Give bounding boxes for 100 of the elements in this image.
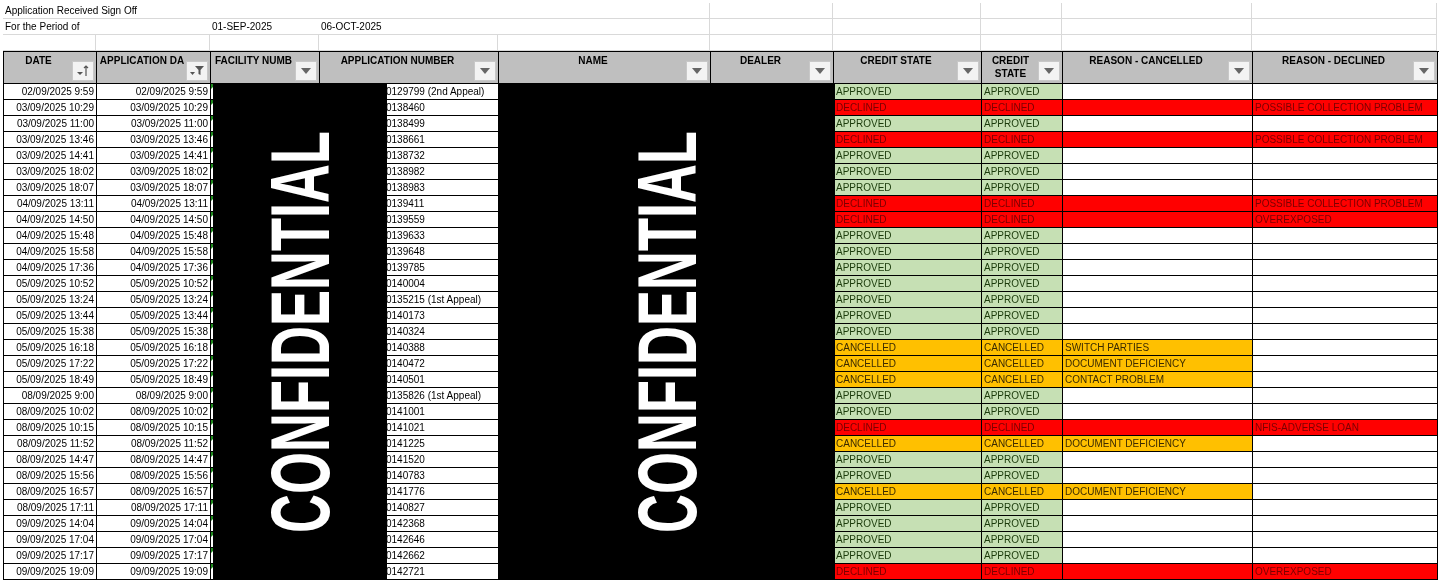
status-cell: APPROVED <box>982 84 1063 100</box>
date-cell: 05/09/2025 13:24 <box>4 292 97 308</box>
date-cell: 03/09/2025 11:00 <box>4 116 97 132</box>
status-cell: APPROVED <box>982 244 1063 260</box>
status-cell: APPROVED <box>834 84 982 100</box>
date-cell: 08/09/2025 16:57 <box>4 484 97 500</box>
status-cell: APPROVED <box>834 164 982 180</box>
column-header: REASON - CANCELLED <box>1088 54 1204 67</box>
status-cell: APPROVED <box>982 148 1063 164</box>
filter-button[interactable] <box>186 61 208 81</box>
status-cell: APPROVED <box>834 388 982 404</box>
filter-button[interactable] <box>1413 61 1435 81</box>
status-cell: APPROVED <box>982 404 1063 420</box>
status-cell: CANCELLED <box>834 356 982 372</box>
status-cell: APPROVED <box>982 324 1063 340</box>
date-cell: 02/09/2025 9:59 <box>97 84 211 100</box>
column-header: NAME <box>577 54 609 67</box>
status-cell: DECLINED <box>982 420 1063 436</box>
date-cell: 05/09/2025 17:22 <box>97 356 211 372</box>
status-cell: APPROVED <box>982 548 1063 564</box>
date-cell: 08/09/2025 11:52 <box>97 436 211 452</box>
status-cell: APPROVED <box>834 452 982 468</box>
dropdown-arrow-icon <box>480 68 490 74</box>
date-cell: 05/09/2025 18:49 <box>97 372 211 388</box>
reason-cell: POSSIBLE COLLECTION PROBLEM <box>1253 100 1438 116</box>
column-header: REASON - DECLINED <box>1281 54 1386 67</box>
dropdown-arrow-icon <box>1044 68 1054 74</box>
date-cell: 04/09/2025 17:36 <box>4 260 97 276</box>
reason-cell: SWITCH PARTIES <box>1063 340 1253 356</box>
column-header: CREDIT STATE <box>990 54 1031 80</box>
status-cell: APPROVED <box>982 532 1063 548</box>
status-cell: APPROVED <box>982 164 1063 180</box>
date-cell: 08/09/2025 10:02 <box>4 404 97 420</box>
status-cell: DECLINED <box>982 212 1063 228</box>
date-cell: 08/09/2025 10:15 <box>97 420 211 436</box>
date-cell: 03/09/2025 10:29 <box>4 100 97 116</box>
status-cell: DECLINED <box>982 100 1063 116</box>
date-cell: 05/09/2025 17:22 <box>4 356 97 372</box>
date-cell: 04/09/2025 15:48 <box>97 228 211 244</box>
date-cell: 04/09/2025 13:11 <box>4 196 97 212</box>
date-cell: 05/09/2025 15:38 <box>97 324 211 340</box>
status-cell: APPROVED <box>982 468 1063 484</box>
filter-button[interactable] <box>474 61 496 81</box>
date-cell: 05/09/2025 16:18 <box>97 340 211 356</box>
date-cell: 04/09/2025 13:11 <box>97 196 211 212</box>
date-cell: 09/09/2025 17:17 <box>4 548 97 564</box>
date-cell: 04/09/2025 17:36 <box>97 260 211 276</box>
status-cell: CANCELLED <box>982 340 1063 356</box>
status-cell: DECLINED <box>834 212 982 228</box>
status-cell: APPROVED <box>982 180 1063 196</box>
period-end-date: 06-OCT-2025 <box>321 21 382 32</box>
date-cell: 04/09/2025 15:58 <box>4 244 97 260</box>
filter-button[interactable] <box>72 61 94 81</box>
status-cell: APPROVED <box>982 388 1063 404</box>
status-cell: APPROVED <box>834 228 982 244</box>
column-header: CREDIT STATE <box>859 54 933 67</box>
date-cell: 09/09/2025 14:04 <box>97 516 211 532</box>
filter-button[interactable] <box>686 61 708 81</box>
reason-cell: DOCUMENT DEFICIENCY <box>1063 356 1253 372</box>
filter-button[interactable] <box>295 61 317 81</box>
status-cell: DECLINED <box>834 564 982 580</box>
status-cell: CANCELLED <box>834 436 982 452</box>
status-cell: APPROVED <box>982 228 1063 244</box>
redaction-label: CONFIDENTIAL <box>624 130 709 533</box>
reason-cell: OVEREXPOSED <box>1253 212 1438 228</box>
date-cell: 03/09/2025 13:46 <box>4 132 97 148</box>
date-cell: 09/09/2025 19:09 <box>97 564 211 580</box>
status-cell: CANCELLED <box>982 356 1063 372</box>
date-cell: 08/09/2025 17:11 <box>4 500 97 516</box>
dropdown-arrow-icon <box>1419 68 1429 74</box>
date-cell: 09/09/2025 17:04 <box>97 532 211 548</box>
status-cell: APPROVED <box>834 260 982 276</box>
date-cell: 05/09/2025 18:49 <box>4 372 97 388</box>
status-cell: APPROVED <box>834 404 982 420</box>
status-cell: DECLINED <box>834 132 982 148</box>
filter-button[interactable] <box>1038 61 1060 81</box>
date-cell: 05/09/2025 16:18 <box>4 340 97 356</box>
status-cell: APPROVED <box>834 180 982 196</box>
reason-cell: NFIS-ADVERSE LOAN <box>1253 420 1438 436</box>
status-cell: APPROVED <box>982 116 1063 132</box>
status-cell: DECLINED <box>982 132 1063 148</box>
status-cell: APPROVED <box>834 292 982 308</box>
dropdown-arrow-icon <box>1234 68 1244 74</box>
date-cell: 08/09/2025 9:00 <box>97 388 211 404</box>
date-cell: 08/09/2025 9:00 <box>4 388 97 404</box>
date-cell: 08/09/2025 15:56 <box>4 468 97 484</box>
dropdown-arrow-icon <box>301 68 311 74</box>
filter-button[interactable] <box>957 61 979 81</box>
sheet-title: Application Received Sign Off <box>5 5 138 16</box>
filter-button[interactable] <box>1228 61 1250 81</box>
filter-button[interactable] <box>809 61 831 81</box>
status-cell: DECLINED <box>834 100 982 116</box>
status-cell: APPROVED <box>834 468 982 484</box>
date-cell: 05/09/2025 10:52 <box>97 276 211 292</box>
status-cell: CANCELLED <box>834 484 982 500</box>
date-cell: 09/09/2025 17:17 <box>97 548 211 564</box>
column-header: APPLICATION NUMBER <box>339 54 456 67</box>
period-start-date: 01-SEP-2025 <box>212 21 273 32</box>
status-cell: APPROVED <box>834 116 982 132</box>
status-cell: APPROVED <box>834 532 982 548</box>
